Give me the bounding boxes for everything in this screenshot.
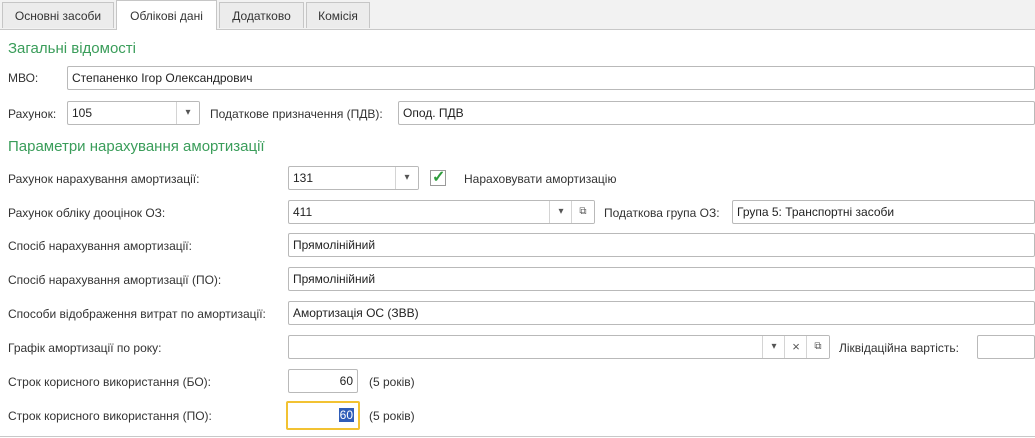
account-label: Рахунок: xyxy=(8,107,57,121)
open-icon[interactable]: ⧉ xyxy=(806,336,829,358)
chevron-down-icon[interactable]: ▾ xyxy=(395,167,418,189)
section-title-general: Загальні відомості xyxy=(8,40,136,57)
liquidation-field[interactable] xyxy=(977,335,1035,359)
bottom-divider xyxy=(0,436,1035,437)
tax-group-label: Податкова група ОЗ: xyxy=(604,206,720,220)
useful-life-bo-field[interactable]: 60 xyxy=(288,369,358,393)
useful-life-po-years: (5 років) xyxy=(369,409,415,423)
chevron-down-icon[interactable]: ▾ xyxy=(176,102,199,124)
mvo-label: МВО: xyxy=(8,71,39,85)
schedule-field[interactable]: ▾ × ⧉ xyxy=(288,335,830,359)
clear-icon[interactable]: × xyxy=(784,336,807,358)
liquidation-label: Ліквідаційна вартість: xyxy=(839,341,959,355)
tab-main-assets[interactable]: Основні засоби xyxy=(2,2,114,28)
open-icon[interactable]: ⧉ xyxy=(571,201,594,223)
tab-commission[interactable]: Комісія xyxy=(306,2,370,28)
reval-account-label: Рахунок обліку дооцінок ОЗ: xyxy=(8,206,166,220)
reval-account-value: 411 xyxy=(293,205,313,219)
tax-group-value: Група 5: Транспортні засоби xyxy=(737,205,895,219)
tab-additional[interactable]: Додатково xyxy=(219,2,304,28)
tab-strip: Основні засоби Облікові дані Додатково К… xyxy=(0,0,1035,30)
useful-life-bo-value: 60 xyxy=(339,374,353,388)
tax-group-field[interactable]: Група 5: Транспортні засоби xyxy=(732,200,1035,224)
tax-purpose-value: Опод. ПДВ xyxy=(403,106,464,120)
useful-life-po-field[interactable]: 60 xyxy=(286,401,360,430)
chevron-down-icon[interactable]: ▾ xyxy=(762,336,785,358)
accrue-checkbox[interactable]: ✓ xyxy=(430,169,446,186)
chevron-down-icon[interactable]: ▾ xyxy=(549,201,572,223)
tab-accounting-data[interactable]: Облікові дані xyxy=(116,0,217,30)
mvo-value: Степаненко Ігор Олександрович xyxy=(72,71,253,85)
useful-life-po-label: Строк корисного використання (ПО): xyxy=(8,409,212,423)
schedule-label: Графік амортизації по року: xyxy=(8,341,162,355)
tax-purpose-label: Податкове призначення (ПДВ): xyxy=(210,107,383,121)
dep-account-value: 131 xyxy=(293,171,314,185)
check-icon: ✓ xyxy=(432,169,446,186)
method-value: Прямолінійний xyxy=(293,238,376,252)
tax-purpose-field[interactable]: Опод. ПДВ xyxy=(398,101,1035,125)
useful-life-po-value: 60 xyxy=(338,408,354,422)
accrue-label: Нараховувати амортизацію xyxy=(464,172,617,186)
mvo-field[interactable]: Степаненко Ігор Олександрович xyxy=(67,66,1035,90)
dep-account-label: Рахунок нарахування амортизації: xyxy=(8,172,200,186)
account-value: 105 xyxy=(72,106,93,120)
useful-life-bo-label: Строк корисного використання (БО): xyxy=(8,375,211,389)
expense-value: Амортизація ОС (ЗВВ) xyxy=(293,306,419,320)
expense-field[interactable]: Амортизація ОС (ЗВВ) xyxy=(288,301,1035,325)
section-title-depreciation: Параметри нарахування амортизації xyxy=(8,138,265,155)
method-field[interactable]: Прямолінійний xyxy=(288,233,1035,257)
method-po-value: Прямолінійний xyxy=(293,272,376,286)
account-field[interactable]: 105 ▾ xyxy=(67,101,200,125)
dep-account-field[interactable]: 131 ▾ xyxy=(288,166,419,190)
reval-account-field[interactable]: 411 ▾ ⧉ xyxy=(288,200,595,224)
expense-label: Способи відображення витрат по амортизац… xyxy=(8,307,266,321)
method-po-label: Спосіб нарахування амортизації (ПО): xyxy=(8,273,222,287)
method-po-field[interactable]: Прямолінійний xyxy=(288,267,1035,291)
useful-life-bo-years: (5 років) xyxy=(369,375,415,389)
method-label: Спосіб нарахування амортизації: xyxy=(8,239,192,253)
